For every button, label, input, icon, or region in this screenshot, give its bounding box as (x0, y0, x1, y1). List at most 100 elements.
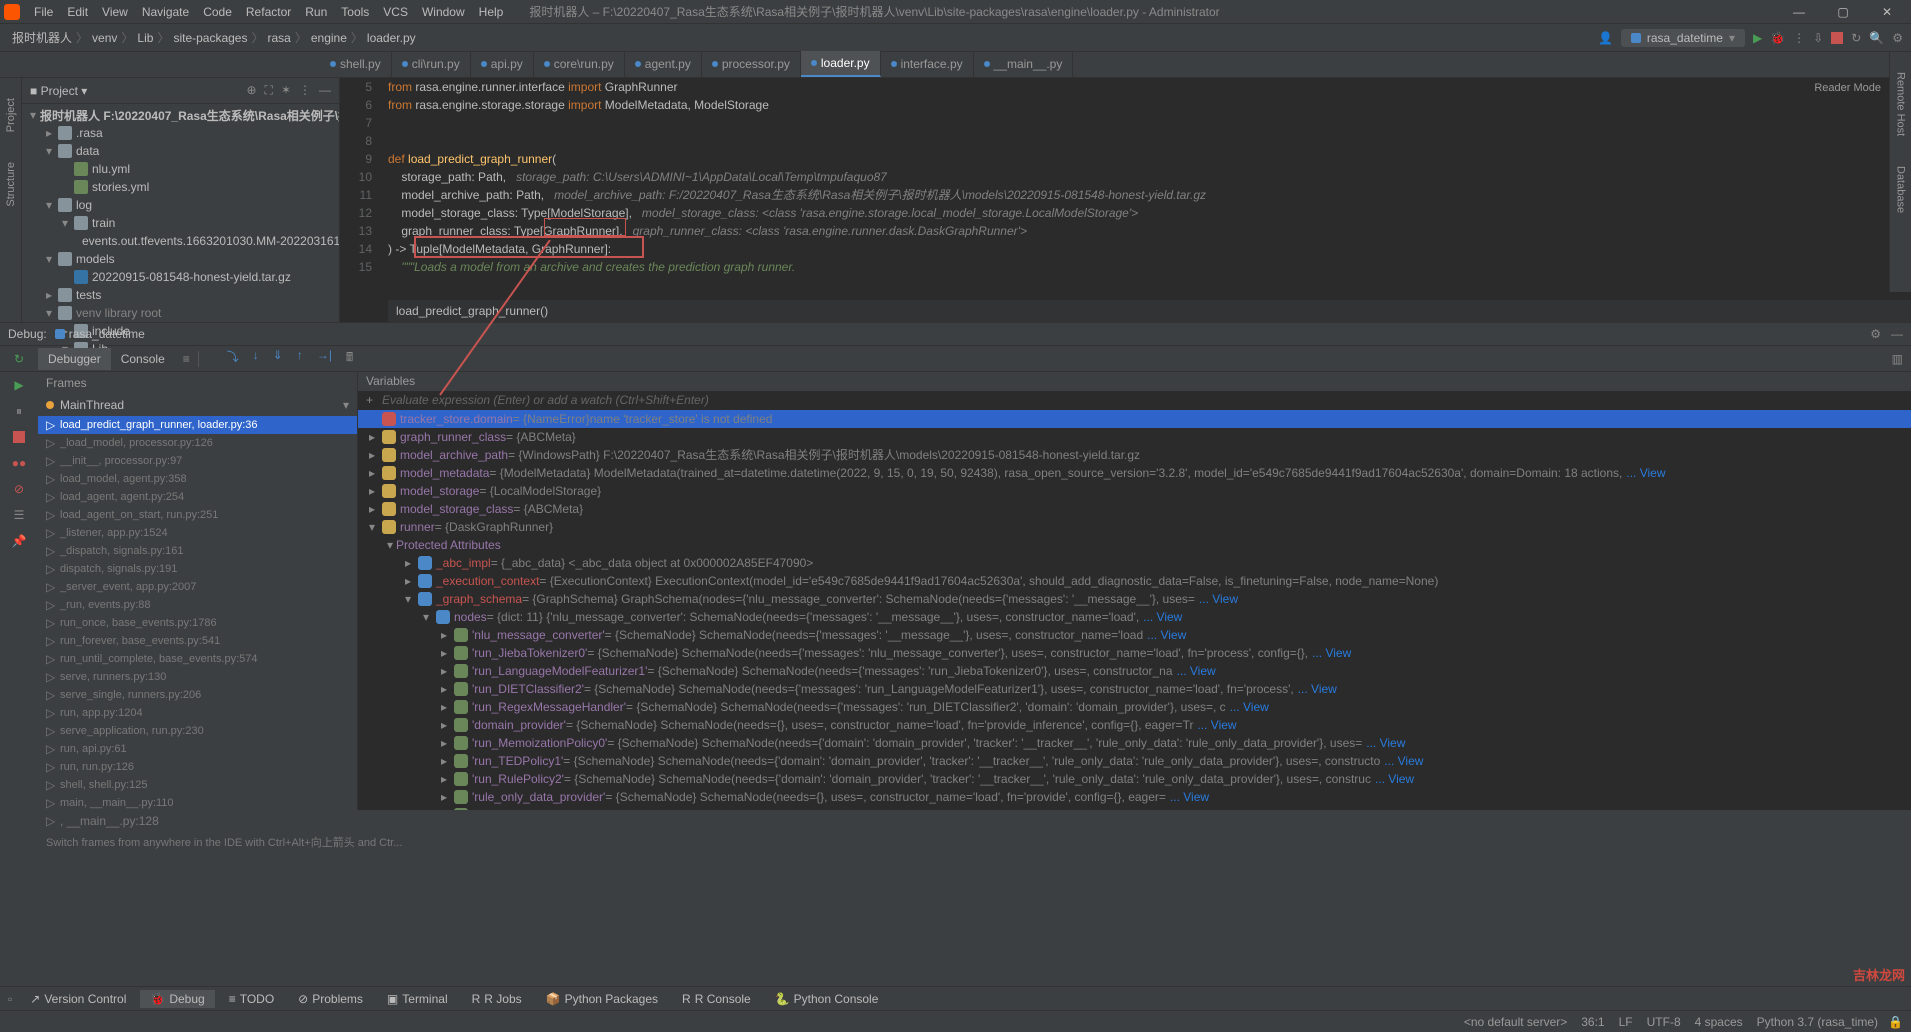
settings-icon[interactable]: ☰ (10, 506, 28, 524)
frame-item[interactable]: ▷main, __main__.py:110 (38, 794, 357, 812)
select-opened-icon[interactable]: ⊕ (246, 83, 256, 98)
tool-tab-debug[interactable]: 🐞 Debug (140, 990, 214, 1008)
frame-item[interactable]: ▷load_predict_graph_runner, loader.py:36 (38, 416, 357, 434)
variable-row[interactable]: ▸'nlu_message_converter' = {SchemaNode} … (358, 626, 1911, 644)
editor-tab[interactable]: interface.py (881, 51, 974, 77)
breadcrumb-segment[interactable]: Lib (133, 31, 157, 45)
frame-item[interactable]: ▷run, run.py:126 (38, 758, 357, 776)
resume-icon[interactable]: ▶ (10, 376, 28, 394)
view-link[interactable]: ... View (1199, 592, 1238, 606)
view-link[interactable]: ... View (1147, 628, 1186, 642)
frame-item[interactable]: ▷run, api.py:61 (38, 740, 357, 758)
step-into-my-icon[interactable]: ⇓ (273, 348, 283, 369)
structure-tool-tab[interactable]: Structure (5, 162, 17, 207)
view-link[interactable]: ... View (1626, 466, 1665, 480)
console-tab[interactable]: Console (111, 348, 175, 370)
pin-icon[interactable]: 📌 (10, 532, 28, 550)
variable-row[interactable]: ▸graph_runner_class = {ABCMeta} (358, 428, 1911, 446)
breadcrumb-segment[interactable]: loader.py (363, 31, 420, 45)
variable-row[interactable]: ▸'select_prediction' = {SchemaNode} Sche… (358, 806, 1911, 810)
tool-tab-r-jobs[interactable]: R R Jobs (462, 990, 532, 1008)
frame-item[interactable]: ▷_server_event, app.py:2007 (38, 578, 357, 596)
view-link[interactable]: ... View (1143, 610, 1182, 624)
run-config-selector[interactable]: rasa_datetime ▾ (1621, 29, 1745, 47)
editor[interactable]: Reader Mode ✔ 56789101112131415 from ras… (340, 78, 1911, 322)
frame-item[interactable]: ▷run_once, base_events.py:1786 (38, 614, 357, 632)
settings-icon[interactable]: ⋮ (299, 83, 311, 98)
tree-item[interactable]: ▾venv library root (22, 304, 339, 322)
tree-item[interactable]: events.out.tfevents.1663201030.MM-202203… (22, 232, 339, 250)
tree-item[interactable]: ▸tests (22, 286, 339, 304)
project-tool-tab[interactable]: Project (5, 98, 17, 132)
status-item[interactable]: Python 3.7 (rasa_time) (1757, 1015, 1878, 1029)
variable-row[interactable]: ▾runner = {DaskGraphRunner} (358, 518, 1911, 536)
show-tabs-icon[interactable]: ▫ (8, 992, 12, 1006)
stop-button[interactable] (1831, 32, 1843, 44)
layout-icon[interactable]: ▥ (1892, 352, 1903, 366)
tree-root[interactable]: ▾报时机器人 F:\20220407_Rasa生态系统\Rasa相关例子\报时机… (22, 106, 339, 124)
project-tree[interactable]: ▾报时机器人 F:\20220407_Rasa生态系统\Rasa相关例子\报时机… (22, 104, 339, 360)
variable-row[interactable]: ▾Protected Attributes (358, 536, 1911, 554)
tree-item[interactable]: 20220915-081548-honest-yield.tar.gz (22, 268, 339, 286)
editor-tab[interactable]: shell.py (320, 51, 392, 77)
view-link[interactable]: ... View (1170, 790, 1209, 804)
search-icon[interactable]: 🔍 (1869, 31, 1884, 45)
editor-tab[interactable]: api.py (471, 51, 534, 77)
menu-navigate[interactable]: Navigate (136, 3, 195, 21)
frame-item[interactable]: ▷serve_application, run.py:230 (38, 722, 357, 740)
frame-item[interactable]: ▷serve_single, runners.py:206 (38, 686, 357, 704)
editor-tab[interactable]: processor.py (702, 51, 801, 77)
threads-icon[interactable]: ≡ (183, 352, 190, 366)
status-item[interactable]: <no default server> (1464, 1015, 1567, 1029)
tool-tab-problems[interactable]: ⊘ Problems (288, 990, 373, 1008)
hide-icon[interactable]: — (319, 83, 331, 98)
menu-file[interactable]: File (28, 3, 59, 21)
step-into-icon[interactable]: ↓ (253, 348, 259, 369)
tree-item[interactable]: ▾data (22, 142, 339, 160)
evaluate-expression-input[interactable]: + Evaluate expression (Enter) or add a w… (358, 391, 1911, 410)
evaluate-icon[interactable]: 🖩 (346, 348, 353, 369)
user-icon[interactable]: 👤 (1598, 31, 1613, 45)
view-link[interactable]: ... View (1312, 646, 1351, 660)
variable-row[interactable]: ▾nodes = {dict: 11} {'nlu_message_conver… (358, 608, 1911, 626)
tool-tab-r-console[interactable]: R R Console (672, 990, 761, 1008)
editor-tab[interactable]: cli\run.py (392, 51, 471, 77)
rerun-icon[interactable]: ↻ (14, 352, 24, 366)
frame-item[interactable]: ▷run, app.py:1204 (38, 704, 357, 722)
tool-tab-terminal[interactable]: ▣ Terminal (377, 990, 458, 1008)
run-to-cursor-icon[interactable]: →| (317, 348, 332, 369)
editor-tab[interactable]: loader.py (801, 51, 881, 77)
stop-icon[interactable] (10, 428, 28, 446)
variable-row[interactable]: ▸model_storage = {LocalModelStorage} (358, 482, 1911, 500)
frame-item[interactable]: ▷_run, events.py:88 (38, 596, 357, 614)
variable-row[interactable]: ▸'domain_provider' = {SchemaNode} Schema… (358, 716, 1911, 734)
status-item[interactable]: LF (1619, 1015, 1633, 1029)
status-item[interactable]: UTF-8 (1647, 1015, 1681, 1029)
view-link[interactable]: ... View (1197, 718, 1236, 732)
breadcrumb-segment[interactable]: venv (88, 31, 121, 45)
variable-row[interactable]: ▸model_metadata = {ModelMetadata} ModelM… (358, 464, 1911, 482)
menu-tools[interactable]: Tools (335, 3, 375, 21)
frame-item[interactable]: ▷load_agent_on_start, run.py:251 (38, 506, 357, 524)
frame-item[interactable]: ▷__init__, processor.py:97 (38, 452, 357, 470)
menu-window[interactable]: Window (416, 3, 471, 21)
debug-minimize-icon[interactable]: — (1891, 327, 1903, 341)
menu-vcs[interactable]: VCS (377, 3, 414, 21)
tree-item[interactable]: stories.yml (22, 178, 339, 196)
debug-config[interactable]: rasa_datetime (55, 327, 145, 341)
variable-row[interactable]: tracker_store.domain = {NameError}name '… (358, 410, 1911, 428)
tree-item[interactable]: ▸.rasa (22, 124, 339, 142)
debug-button[interactable]: 🐞 (1770, 31, 1785, 45)
breadcrumb-segment[interactable]: rasa (264, 31, 295, 45)
attach-icon[interactable]: ⇩ (1813, 31, 1823, 45)
view-link[interactable]: ... View (1366, 736, 1405, 750)
tree-item[interactable]: ▾train (22, 214, 339, 232)
variable-row[interactable]: ▸_execution_context = {ExecutionContext}… (358, 572, 1911, 590)
editor-tab[interactable]: agent.py (625, 51, 702, 77)
frame-item[interactable]: ▷_listener, app.py:1524 (38, 524, 357, 542)
variable-row[interactable]: ▸'run_TEDPolicy1' = {SchemaNode} SchemaN… (358, 752, 1911, 770)
settings-icon[interactable]: ⚙ (1892, 31, 1903, 45)
run-button[interactable]: ▶ (1753, 31, 1762, 45)
tree-item[interactable]: ▾log (22, 196, 339, 214)
variable-row[interactable]: ▸model_archive_path = {WindowsPath} F:\2… (358, 446, 1911, 464)
